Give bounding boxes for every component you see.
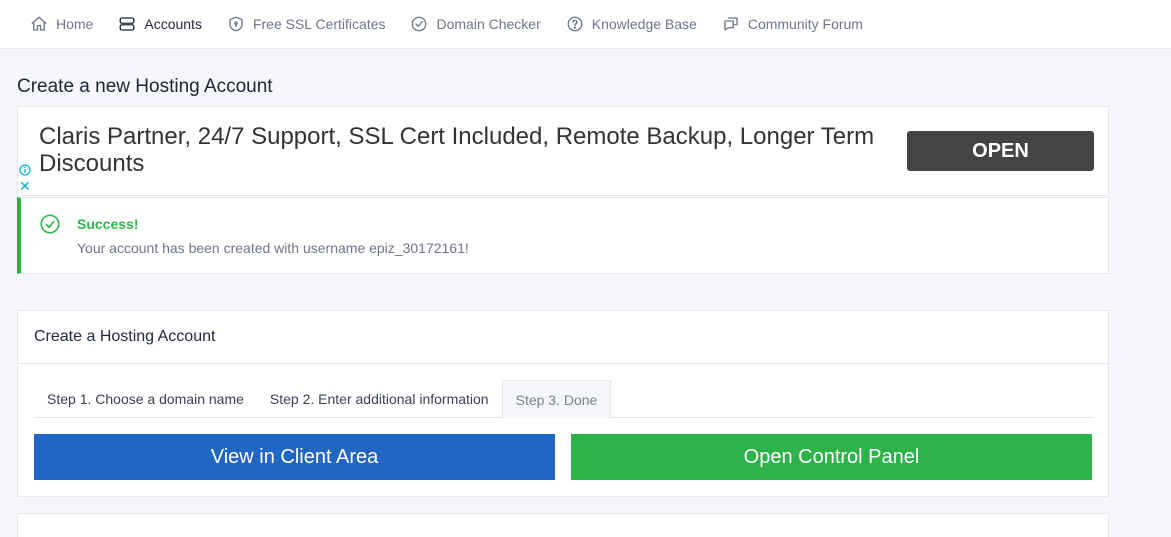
next-card	[17, 513, 1109, 537]
help-circle-icon	[566, 15, 584, 33]
nav-item-accounts[interactable]: Accounts	[118, 0, 202, 49]
card-header: Create a Hosting Account	[18, 311, 1108, 364]
step-tabs: Step 1. Choose a domain name Step 2. Ent…	[34, 380, 1093, 418]
open-control-panel-button[interactable]: Open Control Panel	[571, 434, 1092, 480]
top-navigation: Home Accounts Free SSL Certificates Doma…	[0, 0, 1171, 49]
nav-item-label: Free SSL Certificates	[252, 16, 386, 32]
nav-item-domain-checker[interactable]: Domain Checker	[410, 0, 541, 49]
nav-item-knowledge-base[interactable]: Knowledge Base	[566, 0, 697, 49]
ad-info-icon[interactable]	[19, 164, 31, 176]
action-buttons: View in Client Area Open Control Panel	[34, 434, 1093, 480]
forum-icon	[722, 15, 740, 33]
view-client-area-button[interactable]: View in Client Area	[34, 434, 555, 480]
nav-item-label: Knowledge Base	[591, 16, 697, 32]
success-alert: Success! Your account has been created w…	[17, 197, 1109, 274]
shield-icon	[227, 15, 245, 33]
tab-step-1[interactable]: Step 1. Choose a domain name	[34, 380, 257, 418]
nav-item-label: Accounts	[144, 16, 202, 32]
nav-item-community-forum[interactable]: Community Forum	[722, 0, 863, 49]
ad-text[interactable]: Claris Partner, 24/7 Support, SSL Cert I…	[39, 123, 899, 177]
server-icon	[118, 15, 136, 33]
home-icon	[30, 15, 48, 33]
nav-item-label: Domain Checker	[436, 16, 541, 32]
alert-title: Success!	[77, 216, 139, 232]
check-circle-icon	[40, 214, 60, 234]
tab-step-2[interactable]: Step 2. Enter additional information	[257, 380, 502, 418]
check-circle-icon	[410, 15, 428, 33]
nav-item-free-ssl[interactable]: Free SSL Certificates	[227, 0, 386, 49]
nav-item-home[interactable]: Home	[30, 0, 93, 49]
page-title: Create a new Hosting Account	[17, 76, 273, 97]
tab-step-3[interactable]: Step 3. Done	[501, 380, 612, 418]
nav-item-label: Home	[56, 16, 94, 32]
ad-banner[interactable]: Claris Partner, 24/7 Support, SSL Cert I…	[17, 106, 1109, 196]
nav-item-label: Community Forum	[747, 16, 863, 32]
alert-message: Your account has been created with usern…	[77, 240, 469, 256]
hosting-account-card: Create a Hosting Account Step 1. Choose …	[17, 310, 1109, 497]
ad-open-button[interactable]: OPEN	[907, 131, 1094, 171]
ad-close-icon[interactable]: ✕	[19, 179, 31, 193]
